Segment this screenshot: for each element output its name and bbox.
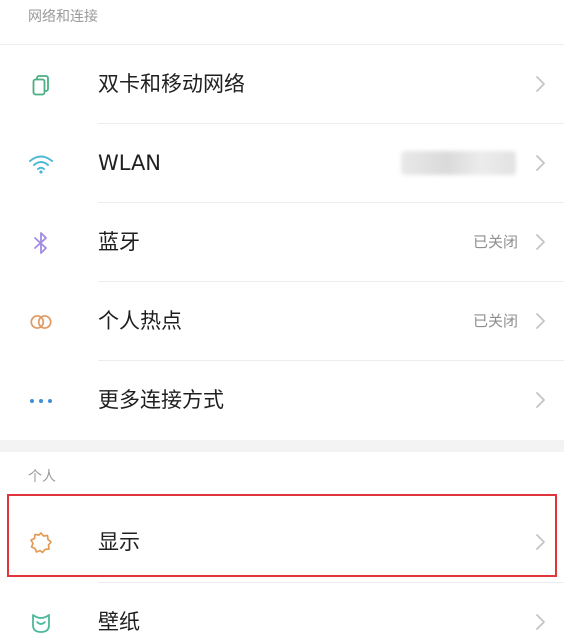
settings-item-display[interactable]: 显示	[0, 502, 564, 582]
chevron-right-icon	[536, 534, 545, 550]
settings-item-label: 显示	[98, 530, 140, 554]
wallpaper-icon	[28, 610, 54, 634]
section-header-network: 网络和连接	[28, 9, 98, 25]
chevron-right-icon	[536, 155, 545, 171]
dual-sim-icon	[28, 72, 54, 98]
chevron-right-icon	[536, 76, 545, 92]
settings-item-hotspot[interactable]: 个人热点 已关闭	[0, 281, 564, 361]
section-gap	[0, 440, 564, 452]
section-header-personal: 个人	[28, 469, 56, 485]
hotspot-icon	[28, 309, 54, 335]
chevron-right-icon	[536, 313, 545, 329]
settings-item-label: 双卡和移动网络	[98, 72, 245, 96]
status-value: 已关闭	[472, 233, 518, 251]
settings-item-bluetooth[interactable]: 蓝牙 已关闭	[0, 202, 564, 282]
chevron-right-icon	[536, 392, 545, 408]
blurred-network-name	[401, 151, 516, 175]
display-brightness-icon	[28, 530, 54, 556]
settings-screen: 网络和连接 双卡和移动网络 WLAN 蓝牙 已关闭 个人热点 已关闭 更多连接方…	[0, 0, 564, 634]
settings-item-label: 壁纸	[98, 610, 140, 634]
settings-item-label: 蓝牙	[98, 230, 140, 254]
settings-item-dual-sim[interactable]: 双卡和移动网络	[0, 44, 564, 124]
chevron-right-icon	[536, 234, 545, 250]
more-dots-icon	[28, 388, 54, 414]
settings-item-label: WLAN	[98, 151, 162, 175]
chevron-right-icon	[536, 614, 545, 630]
settings-item-wlan[interactable]: WLAN	[0, 123, 564, 203]
status-value: 已关闭	[472, 312, 518, 330]
settings-item-more-connections[interactable]: 更多连接方式	[0, 360, 564, 440]
bluetooth-icon	[28, 230, 54, 256]
wifi-icon	[28, 151, 54, 177]
settings-item-label: 更多连接方式	[98, 388, 224, 412]
settings-item-label: 个人热点	[98, 309, 182, 333]
settings-item-wallpaper[interactable]: 壁纸	[0, 582, 564, 634]
